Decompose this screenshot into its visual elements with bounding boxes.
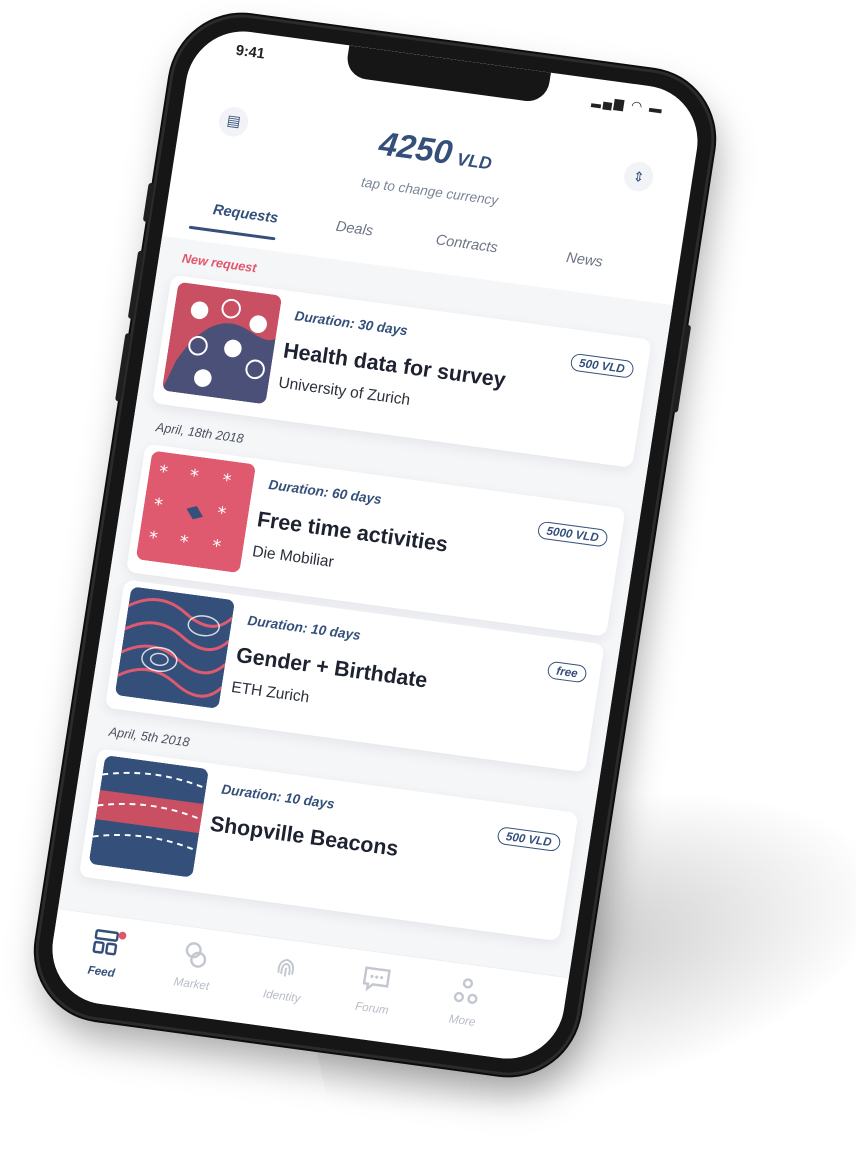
card-title: Shopville Beacons <box>208 811 401 861</box>
nav-label: More <box>448 1011 477 1029</box>
feed-icon <box>87 924 125 961</box>
price-badge: free <box>546 660 588 684</box>
volume-up-button <box>127 250 145 320</box>
price-badge: 5000 VLD <box>536 520 609 548</box>
request-card[interactable]: Duration: 10 days 500 VLD Shopville Beac… <box>78 748 579 942</box>
card-duration: Duration: 30 days <box>293 307 409 339</box>
card-thumbnail <box>114 586 236 709</box>
card-thumbnail <box>88 755 210 878</box>
nav-label: Identity <box>262 986 302 1006</box>
more-icon <box>448 972 486 1009</box>
price-badge: 500 VLD <box>496 826 562 853</box>
tab-contracts[interactable]: Contracts <box>435 232 499 257</box>
nav-market[interactable]: Market <box>152 933 237 996</box>
price-badge: 500 VLD <box>569 352 635 379</box>
signal-icon: ▂▄▆ <box>590 92 627 112</box>
battery-icon: ▬ <box>648 100 666 117</box>
section-date: April, 18th 2018 <box>154 419 245 446</box>
nav-label: Forum <box>354 999 390 1018</box>
card-duration: Duration: 60 days <box>267 476 383 508</box>
balance-currency: VLD <box>455 149 494 174</box>
nav-more[interactable]: More <box>423 969 508 1032</box>
card-thumbnail <box>161 281 283 405</box>
nav-label: Feed <box>86 962 116 981</box>
wifi-icon: ◠ <box>630 97 646 114</box>
card-organization: Die Mobiliar <box>251 543 335 571</box>
tab-news[interactable]: News <box>565 249 604 270</box>
card-thumbnail: * * * * * * * * <box>135 450 257 574</box>
card-duration: Duration: 10 days <box>220 780 336 812</box>
card-duration: Duration: 10 days <box>246 612 362 643</box>
nav-forum[interactable]: Forum <box>333 957 418 1020</box>
mute-switch <box>142 182 155 223</box>
section-date: April, 5th 2018 <box>107 724 191 750</box>
fingerprint-icon <box>267 948 305 985</box>
tab-requests[interactable]: Requests <box>212 201 279 226</box>
card-organization: ETH Zurich <box>230 679 311 707</box>
active-tab-indicator <box>188 225 276 241</box>
market-icon <box>177 936 215 973</box>
status-time: 9:41 <box>234 42 266 63</box>
nav-feed[interactable]: Feed <box>62 921 147 984</box>
status-icons: ▂▄▆ ◠ ▬ <box>591 92 665 117</box>
balance-amount: 4250 <box>376 125 455 172</box>
new-request-label: New request <box>181 250 258 276</box>
power-button <box>671 324 692 413</box>
volume-down-button <box>115 332 132 402</box>
nav-label: Market <box>172 974 211 993</box>
chat-icon <box>358 960 396 997</box>
tab-deals[interactable]: Deals <box>335 218 374 239</box>
nav-identity[interactable]: Identity <box>242 945 327 1008</box>
notification-dot <box>118 931 127 941</box>
card-organization: University of Zurich <box>277 374 412 409</box>
request-feed[interactable]: New request Duration: 30 days 500 VLD He… <box>57 235 673 979</box>
